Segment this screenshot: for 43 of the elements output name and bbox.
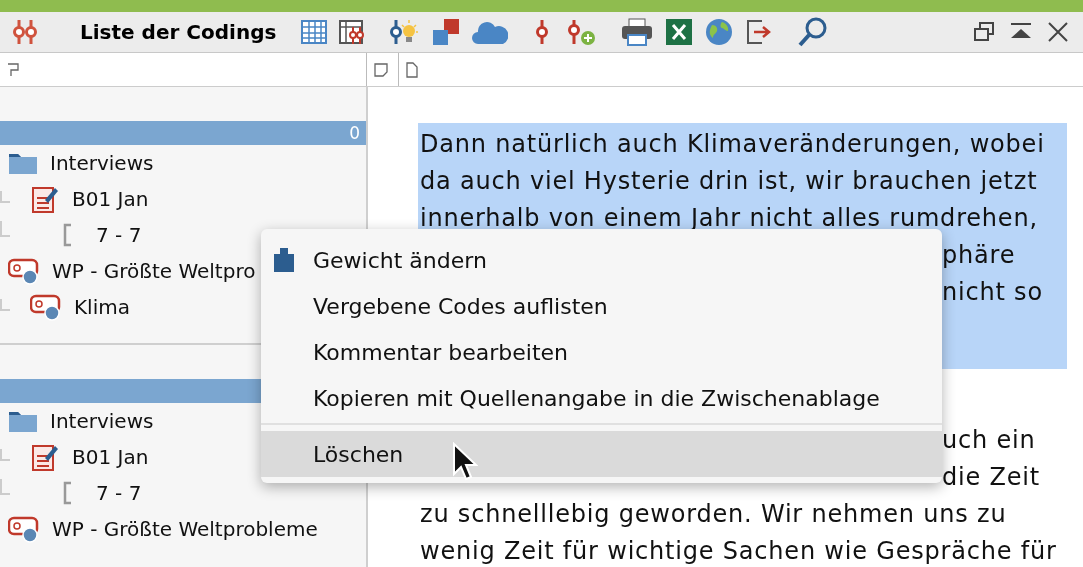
tree-item[interactable]: B01 Jan: [72, 187, 149, 211]
code-lightbulb-icon[interactable]: [388, 17, 421, 47]
menu-item[interactable]: Vergebene Codes auflisten: [261, 283, 942, 329]
memo-icon[interactable]: [373, 61, 389, 78]
bracket-icon: [62, 481, 74, 505]
document-pen-icon: [30, 184, 60, 214]
globe-icon[interactable]: [704, 17, 735, 47]
weight-icon: [273, 247, 295, 273]
printer-icon[interactable]: [620, 17, 655, 47]
table-code-icon[interactable]: [338, 18, 367, 46]
code-tag-icon: [8, 257, 40, 285]
tree-item[interactable]: 7 - 7: [96, 481, 142, 505]
tree-item[interactable]: WP - Größte Weltprobleme: [52, 517, 318, 541]
code-tag-icon: [8, 515, 40, 543]
menu-item[interactable]: Löschen: [261, 431, 942, 477]
document-pen-icon: [30, 442, 60, 472]
window-title: Liste der Codings: [80, 20, 277, 44]
document-icon[interactable]: [405, 61, 419, 78]
menu-item[interactable]: Kommentar bearbeiten: [261, 329, 942, 375]
text-line: da auch viel Hysterie drin ist, wir brauchen jetzt: [420, 167, 1038, 195]
tree-item[interactable]: Interviews: [50, 151, 154, 175]
spreadsheet-icon[interactable]: [664, 17, 695, 47]
tree-item[interactable]: 7 - 7: [96, 223, 142, 247]
text-line: uch ein: [942, 426, 1036, 454]
tree-item[interactable]: B01 Jan: [72, 445, 149, 469]
tree-item[interactable]: WP - Größte Weltpro: [52, 259, 256, 283]
menu-item[interactable]: Gewicht ändern: [261, 237, 942, 283]
text-line: zu schnelllebig geworden. Wir nehmen uns zu: [420, 500, 1007, 528]
text-line: phäre: [942, 241, 1016, 269]
code-icon[interactable]: [10, 17, 40, 47]
tree-item[interactable]: Klima: [74, 295, 130, 319]
bracket-icon: [62, 223, 74, 247]
text-line: wenig Zeit für wichtige Sachen wie Gespräche für: [420, 537, 1057, 565]
text-line: innerhalb von einem Jahr nicht alles rumdrehen,: [420, 204, 1038, 232]
tree-item[interactable]: Interviews: [50, 409, 154, 433]
memo-flag-icon[interactable]: [6, 61, 20, 78]
text-line: nicht so: [942, 278, 1043, 306]
text-line: die Zeit: [942, 463, 1040, 491]
text-line: Dann natürlich auch Klimaveränderungen, wobei: [420, 130, 1045, 158]
menu-item[interactable]: Kopieren mit Quellenangabe in die Zwischenablage: [261, 375, 942, 421]
count: 0: [349, 123, 360, 143]
table-icon[interactable]: [300, 18, 329, 46]
code-tag-icon: [30, 293, 62, 321]
